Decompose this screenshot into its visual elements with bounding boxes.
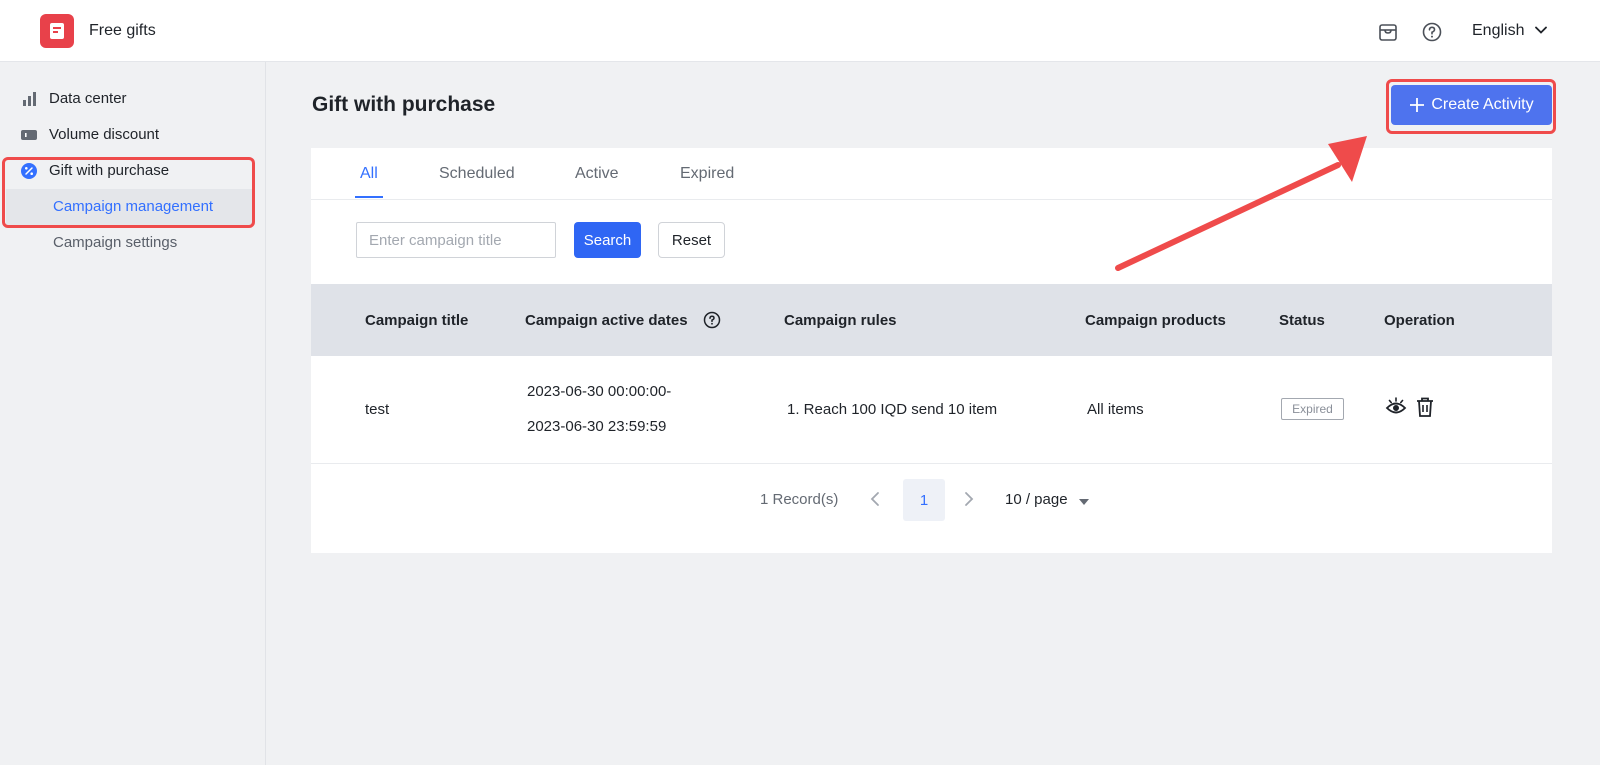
campaign-title-cell: test bbox=[365, 401, 390, 418]
receipt-icon bbox=[50, 23, 64, 39]
eye-icon[interactable] bbox=[1385, 396, 1407, 418]
campaign-date-start: 2023-06-30 00:00:00- bbox=[527, 383, 672, 400]
tab-all[interactable]: All bbox=[360, 165, 378, 183]
status-badge: Expired bbox=[1281, 398, 1344, 420]
page-title: Gift with purchase bbox=[312, 93, 496, 116]
app-logo bbox=[40, 14, 74, 48]
reset-button[interactable]: Reset bbox=[658, 222, 725, 258]
column-header: Campaign active dates bbox=[525, 312, 688, 329]
highlight-box-create bbox=[1386, 79, 1556, 134]
language-selector[interactable]: English bbox=[1472, 22, 1524, 40]
column-header: Status bbox=[1279, 312, 1325, 329]
help-icon[interactable] bbox=[703, 311, 721, 329]
sidebar-item-volume-discount[interactable]: Volume discount bbox=[0, 117, 262, 153]
table-row: test 2023-06-30 00:00:00- 2023-06-30 23:… bbox=[311, 356, 1552, 464]
store-icon[interactable] bbox=[1377, 21, 1399, 43]
chevron-down-icon[interactable] bbox=[1535, 26, 1547, 34]
chevron-left-icon[interactable] bbox=[869, 491, 881, 507]
sidebar-item-campaign-settings[interactable]: Campaign settings bbox=[0, 225, 262, 261]
campaign-date-end: 2023-06-30 23:59:59 bbox=[527, 418, 667, 435]
sidebar-item-data-center[interactable]: Data center bbox=[0, 81, 262, 117]
column-header: Campaign title bbox=[365, 312, 469, 329]
sidebar-item-label: Campaign settings bbox=[53, 234, 178, 251]
tab-scheduled[interactable]: Scheduled bbox=[439, 165, 515, 183]
app-name: Free gifts bbox=[89, 22, 156, 39]
column-header: Campaign products bbox=[1085, 312, 1226, 329]
highlight-box-sidebar bbox=[2, 157, 255, 228]
ticket-icon bbox=[21, 130, 37, 140]
table-header: Campaign title Campaign active dates Cam… bbox=[311, 284, 1552, 356]
sidebar-item-label: Volume discount bbox=[49, 126, 160, 143]
page-size-selector[interactable]: 10 / page bbox=[1005, 491, 1068, 508]
top-bar: Free gifts English bbox=[0, 0, 1600, 62]
tab-expired[interactable]: Expired bbox=[680, 165, 734, 183]
campaign-rules-cell: 1. Reach 100 IQD send 10 item bbox=[787, 401, 998, 418]
column-header: Operation bbox=[1384, 312, 1455, 329]
help-icon[interactable] bbox=[1421, 21, 1443, 43]
caret-down-icon[interactable] bbox=[1078, 498, 1090, 506]
tab-active-indicator bbox=[355, 196, 383, 198]
pagination-page-1[interactable]: 1 bbox=[903, 479, 945, 521]
column-header: Campaign rules bbox=[784, 312, 897, 329]
search-button[interactable]: Search bbox=[574, 222, 641, 258]
sidebar-item-label: Data center bbox=[49, 90, 127, 107]
chevron-right-icon[interactable] bbox=[963, 491, 975, 507]
campaign-title-input[interactable] bbox=[356, 222, 556, 258]
status-tabs: All Scheduled Active Expired bbox=[311, 148, 1552, 200]
trash-icon[interactable] bbox=[1414, 396, 1436, 418]
pagination-total: 1 Record(s) bbox=[760, 491, 839, 508]
campaign-products-cell: All items bbox=[1087, 401, 1144, 418]
bar-chart-icon bbox=[23, 92, 36, 106]
campaign-card: All Scheduled Active Expired Search Rese… bbox=[311, 148, 1552, 553]
tab-active[interactable]: Active bbox=[575, 165, 619, 183]
